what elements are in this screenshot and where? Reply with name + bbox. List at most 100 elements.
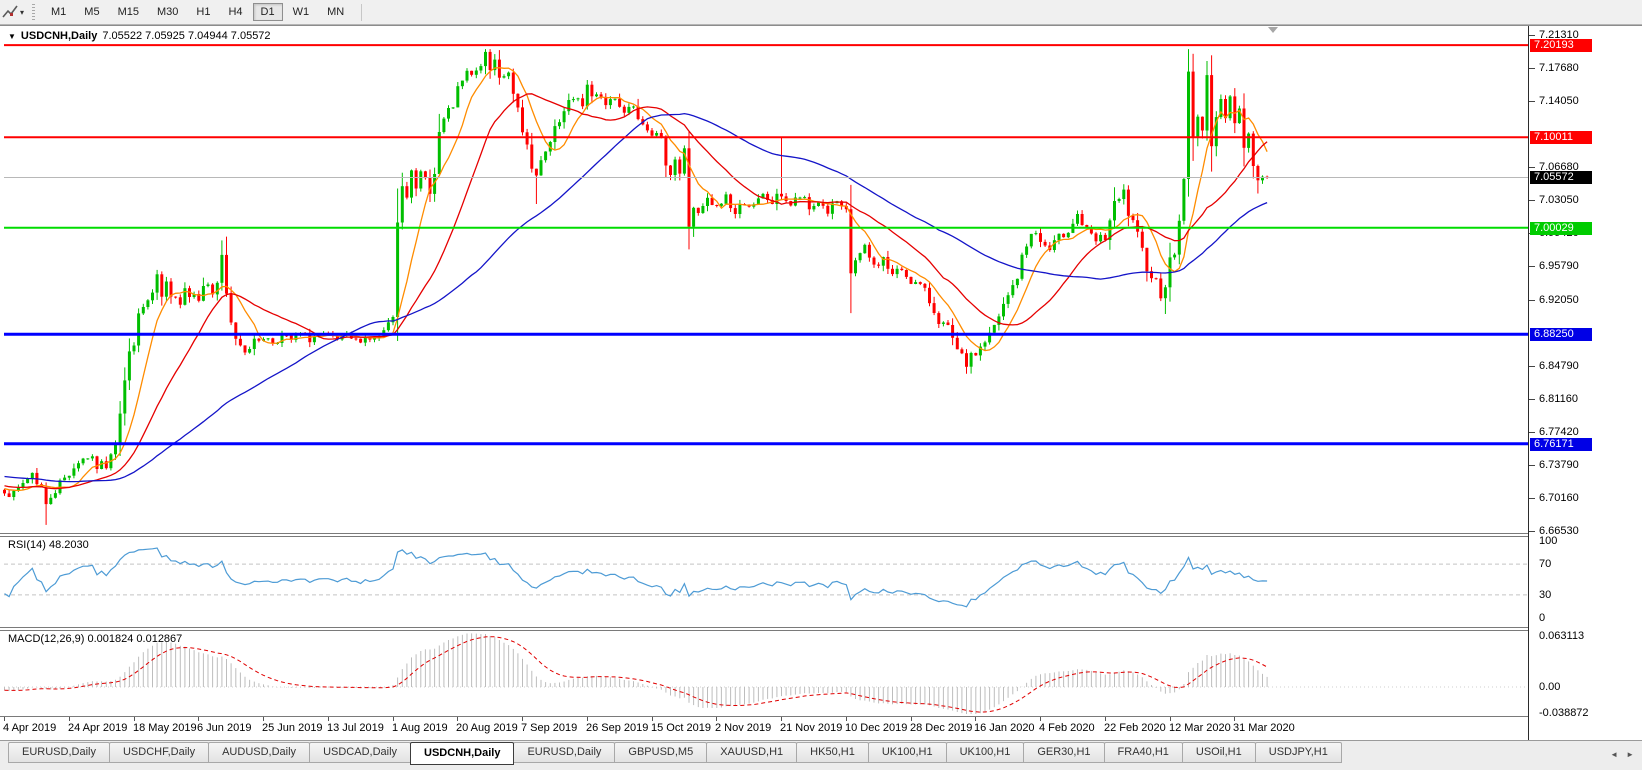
date-tick-mark <box>328 717 329 721</box>
date-label: 4 Feb 2020 <box>1039 722 1095 734</box>
timeframe-button-d1[interactable]: D1 <box>253 3 283 21</box>
rsi-pane-canvas[interactable] <box>0 536 1528 627</box>
chart-symbol-label: USDCNH,Daily <box>21 30 97 42</box>
price-tick-mark <box>1529 68 1535 69</box>
tab-xauusd-h1[interactable]: XAUUSD,H1 <box>706 742 797 763</box>
tab-usdcad-daily[interactable]: USDCAD,Daily <box>309 742 411 763</box>
price-tick-mark <box>1529 266 1535 267</box>
tab-eurusd-daily[interactable]: EURUSD,Daily <box>513 742 615 763</box>
tab-eurusd-daily[interactable]: EURUSD,Daily <box>8 742 110 763</box>
level-price-badge: 7.00029 <box>1530 222 1592 235</box>
tab-fra40-h1[interactable]: FRA40,H1 <box>1104 742 1183 763</box>
price-tick-mark <box>1529 366 1535 367</box>
date-label: 26 Sep 2019 <box>586 722 648 734</box>
date-tick-mark <box>781 717 782 721</box>
date-tick-mark <box>198 717 199 721</box>
tab-uk100-h1[interactable]: UK100,H1 <box>946 742 1025 763</box>
level-price-badge: 6.76171 <box>1530 438 1592 451</box>
macd-pane-canvas[interactable] <box>0 630 1528 716</box>
toolbar-grip[interactable] <box>32 4 35 20</box>
date-label: 24 Apr 2019 <box>68 722 127 734</box>
price-axis[interactable]: 7.213107.176807.140507.066807.030506.994… <box>1528 26 1642 740</box>
price-tick-mark <box>1529 498 1535 499</box>
date-tick-mark <box>393 717 394 721</box>
price-tick-label: 6.73790 <box>1539 459 1579 471</box>
tab-scroll-right-icon[interactable]: ► <box>1626 750 1634 759</box>
timeframe-button-m30[interactable]: M30 <box>149 3 186 21</box>
date-label: 20 Aug 2019 <box>456 722 518 734</box>
chevron-down-icon[interactable]: ▾ <box>20 8 24 17</box>
date-label: 12 Mar 2020 <box>1169 722 1231 734</box>
date-tick-mark <box>522 717 523 721</box>
price-tick-mark <box>1529 101 1535 102</box>
chart-tab-list: EURUSD,DailyUSDCHF,DailyAUDUSD,DailyUSDC… <box>8 742 1341 765</box>
tab-usoil-h1[interactable]: USOil,H1 <box>1182 742 1256 763</box>
price-tick-mark <box>1529 300 1535 301</box>
level-price-badge: 7.20193 <box>1530 39 1592 52</box>
date-label: 21 Nov 2019 <box>780 722 842 734</box>
rsi-axis-label: 30 <box>1539 589 1551 601</box>
macd-axis-label: -0.038872 <box>1539 707 1589 719</box>
timeframe-button-m15[interactable]: M15 <box>110 3 147 21</box>
tab-usdcnh-daily[interactable]: USDCNH,Daily <box>410 742 514 765</box>
timeframe-button-w1[interactable]: W1 <box>285 3 318 21</box>
collapse-triangle-icon[interactable]: ▼ <box>8 32 16 41</box>
date-label: 1 Aug 2019 <box>392 722 448 734</box>
date-tick-mark <box>1234 717 1235 721</box>
date-label: 22 Feb 2020 <box>1104 722 1166 734</box>
chart-ohlc-values: 7.05522 7.05925 7.04944 7.05572 <box>102 30 270 42</box>
price-tick-mark <box>1529 200 1535 201</box>
timeframe-buttons: M1M5M15M30H1H4D1W1MN <box>42 3 353 21</box>
toolbar: ▾ M1M5M15M30H1H4D1W1MN <box>0 0 1642 25</box>
rsi-axis-label: 70 <box>1539 558 1551 570</box>
rsi-axis-label: 0 <box>1539 612 1545 624</box>
chart-shift-marker-icon[interactable] <box>1268 27 1278 33</box>
toolbar-divider <box>361 4 362 21</box>
date-label: 16 Jan 2020 <box>974 722 1035 734</box>
timeframe-button-h1[interactable]: H1 <box>188 3 218 21</box>
price-tick-mark <box>1529 399 1535 400</box>
timeframe-button-m1[interactable]: M1 <box>43 3 74 21</box>
date-label: 18 May 2019 <box>133 722 197 734</box>
date-tick-mark <box>975 717 976 721</box>
current-price-badge: 7.05572 <box>1530 171 1592 184</box>
date-label: 15 Oct 2019 <box>651 722 711 734</box>
date-tick-mark <box>1040 717 1041 721</box>
date-tick-mark <box>587 717 588 721</box>
date-tick-mark <box>1105 717 1106 721</box>
timeframe-button-m5[interactable]: M5 <box>76 3 107 21</box>
tab-usdjpy-h1[interactable]: USDJPY,H1 <box>1255 742 1342 763</box>
chart-tab-bar: EURUSD,DailyUSDCHF,DailyAUDUSD,DailyUSDC… <box>0 740 1642 770</box>
price-pane-canvas[interactable] <box>0 26 1528 533</box>
chart-title: ▼ USDCNH,Daily 7.05522 7.05925 7.04944 7… <box>8 30 271 42</box>
drawing-tool-icon[interactable] <box>0 3 20 21</box>
price-tick-mark <box>1529 432 1535 433</box>
tab-uk100-h1[interactable]: UK100,H1 <box>868 742 947 763</box>
price-tick-label: 7.14050 <box>1539 95 1579 107</box>
macd-axis-label: 0.00 <box>1539 681 1560 693</box>
price-tick-label: 7.17680 <box>1539 62 1579 74</box>
price-tick-mark <box>1529 531 1535 532</box>
level-price-badge: 7.10011 <box>1530 131 1592 144</box>
date-tick-mark <box>4 717 5 721</box>
tab-ger30-h1[interactable]: GER30,H1 <box>1023 742 1104 763</box>
timeframe-button-mn[interactable]: MN <box>319 3 352 21</box>
price-tick-mark <box>1529 465 1535 466</box>
mt4-window: ▾ M1M5M15M30H1H4D1W1MN ▼ USDCNH,Daily 7.… <box>0 0 1642 770</box>
tab-hk50-h1[interactable]: HK50,H1 <box>796 742 869 763</box>
price-tick-label: 6.81160 <box>1539 393 1578 405</box>
tab-audusd-daily[interactable]: AUDUSD,Daily <box>208 742 310 763</box>
date-tick-mark <box>263 717 264 721</box>
tab-gbpusd-m5[interactable]: GBPUSD,M5 <box>614 742 707 763</box>
date-tick-mark <box>134 717 135 721</box>
tab-scroll-left-icon[interactable]: ◄ <box>1610 750 1618 759</box>
date-label: 7 Sep 2019 <box>521 722 577 734</box>
price-tick-mark <box>1529 167 1535 168</box>
timeframe-button-h4[interactable]: H4 <box>220 3 250 21</box>
date-tick-mark <box>457 717 458 721</box>
tab-usdchf-daily[interactable]: USDCHF,Daily <box>109 742 209 763</box>
price-tick-label: 6.84790 <box>1539 360 1579 372</box>
time-axis[interactable]: 4 Apr 201924 Apr 201918 May 20196 Jun 20… <box>0 717 1528 740</box>
date-label: 31 Mar 2020 <box>1233 722 1295 734</box>
date-tick-mark <box>69 717 70 721</box>
